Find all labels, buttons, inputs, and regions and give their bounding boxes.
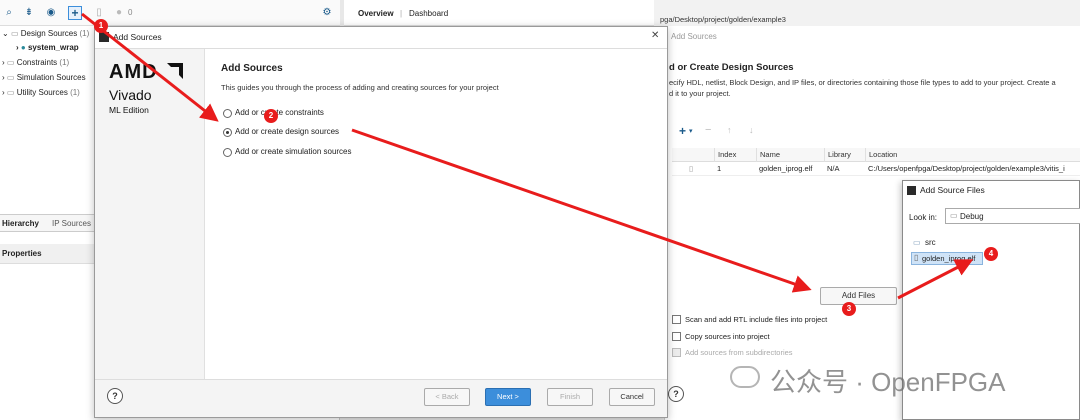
step-marker-1: 1: [94, 19, 108, 33]
watermark-text: 公众号 · OpenFPGA: [770, 367, 1006, 397]
step-marker-4: 4: [984, 247, 998, 261]
annotation-arrows: [81, 12, 974, 300]
watermark: 公众号 · OpenFPGA: [730, 360, 1070, 397]
wechat-icon: [730, 366, 760, 388]
step-marker-3: 3: [842, 302, 856, 316]
arrow-2: [351, 128, 812, 293]
arrow-3: [897, 259, 974, 300]
step-marker-2: 2: [264, 109, 278, 123]
